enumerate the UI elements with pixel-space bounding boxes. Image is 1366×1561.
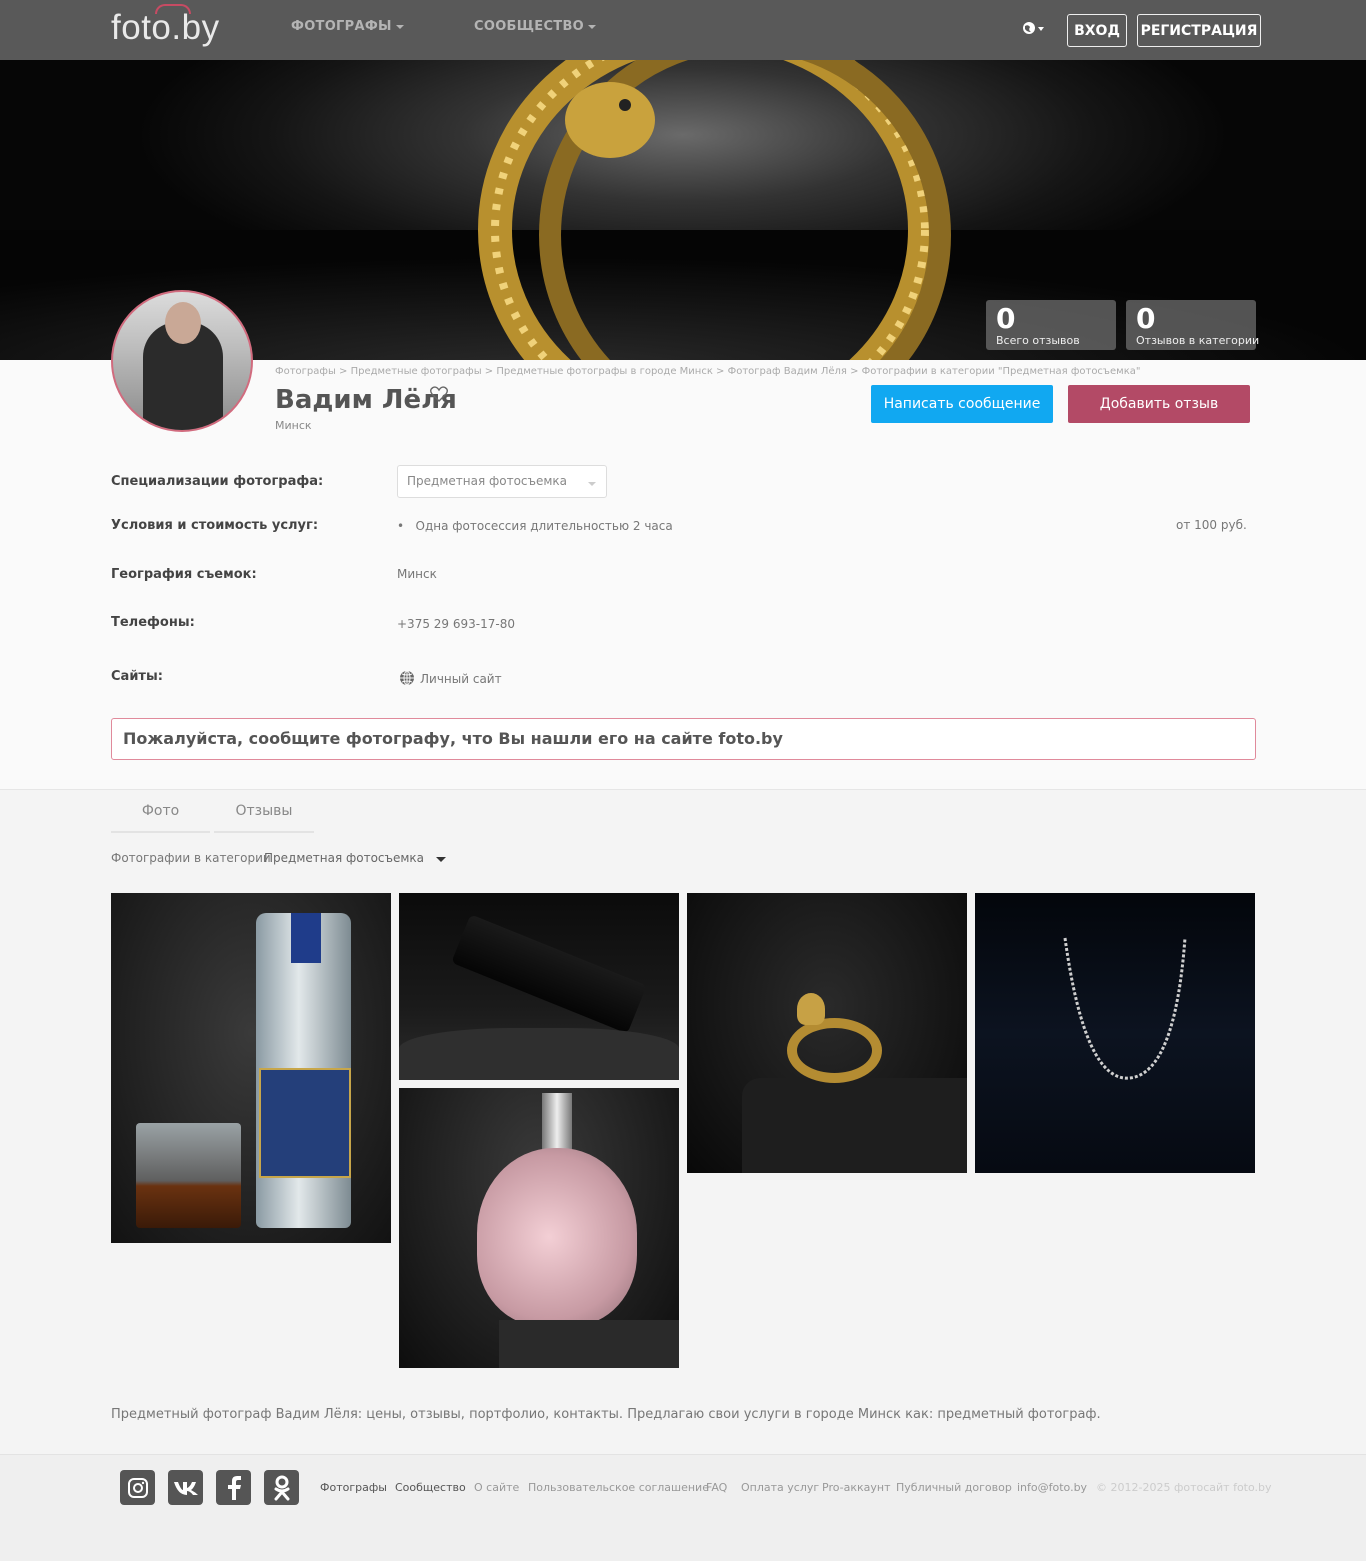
footer-link-user-agreement[interactable]: Пользовательское соглашение <box>528 1481 709 1494</box>
tube-shape <box>451 914 647 1034</box>
heart-icon[interactable] <box>430 386 448 402</box>
footer-link-faq[interactable]: FAQ <box>706 1481 727 1494</box>
phone-value[interactable]: +375 29 693-17-80 <box>397 617 515 631</box>
specializations-label: Специализации фотографа: <box>111 474 324 489</box>
notice-banner: Пожалуйста, сообщите фотографу, что Вы н… <box>111 718 1256 760</box>
gallery-photo-perfume[interactable] <box>399 1088 679 1368</box>
footer-link-public-contract[interactable]: Публичный договор <box>896 1481 1012 1494</box>
vk-glyph <box>173 1481 198 1495</box>
footer <box>0 1454 1366 1561</box>
gallery-photo-chain[interactable] <box>975 893 1255 1173</box>
write-message-button[interactable]: Написать сообщение <box>871 385 1053 423</box>
instagram-icon[interactable] <box>120 1470 155 1505</box>
service-item-text: Одна фотосессия длительностью 2 часа <box>415 519 673 533</box>
stat-category-reviews-value: 0 <box>1136 302 1156 335</box>
category-filter-label: Фотографии в категории <box>111 851 271 865</box>
ring-shape <box>787 1018 882 1083</box>
stat-total-reviews-label: Всего отзывов <box>996 334 1080 347</box>
nav-photographers[interactable]: ФОТОГРАФЫ <box>291 19 404 34</box>
stat-total-reviews: 0 Всего отзывов <box>986 300 1116 350</box>
geography-label: География съемок: <box>111 567 257 582</box>
footer-link-community[interactable]: Сообщество <box>395 1481 466 1494</box>
register-button[interactable]: РЕГИСТРАЦИЯ <box>1137 14 1261 47</box>
tab-photos[interactable]: Фото <box>111 800 210 833</box>
chain-illustration <box>1063 937 1187 1080</box>
nav-community[interactable]: СООБЩЕСТВО <box>474 19 597 34</box>
service-price: от 100 руб. <box>1176 518 1247 532</box>
tab-reviews[interactable]: Отзывы <box>214 800 314 833</box>
instagram-glyph <box>127 1477 148 1498</box>
login-button[interactable]: ВХОД <box>1067 14 1127 47</box>
top-navbar: foto.by ФОТОГРАФЫ СООБЩЕСТВО ВХОД РЕГИСТ… <box>0 0 1366 60</box>
stat-total-reviews-value: 0 <box>996 302 1016 335</box>
bottle-cap <box>291 913 321 963</box>
stand-shape <box>742 1078 967 1173</box>
seo-description: Предметный фотограф Вадим Лёля: цены, от… <box>111 1407 1101 1422</box>
avatar[interactable] <box>111 290 253 432</box>
service-item: • Одна фотосессия длительностью 2 часа <box>397 519 673 533</box>
category-filter-select[interactable]: Предметная фотосъемка <box>264 851 424 865</box>
odnoklassniki-glyph <box>274 1475 289 1500</box>
facebook-icon[interactable] <box>216 1470 251 1505</box>
specialization-select-value: Предметная фотосъемка <box>407 474 568 488</box>
sites-label: Сайты: <box>111 669 163 684</box>
stat-category-reviews-label: Отзывов в категории <box>1136 334 1260 347</box>
site-logo[interactable]: foto.by <box>111 4 220 48</box>
footer-link-payment[interactable]: Оплата услуг <box>741 1481 819 1494</box>
language-selector[interactable] <box>1022 21 1044 37</box>
perfume-cap <box>542 1093 572 1153</box>
stat-category-reviews: 0 Отзывов в категории <box>1126 300 1260 350</box>
services-label: Условия и стоимость услуг: <box>111 518 319 533</box>
add-review-button[interactable]: Добавить отзыв <box>1068 385 1250 423</box>
globe-icon <box>400 670 414 686</box>
vk-icon[interactable] <box>168 1470 203 1505</box>
gallery-photo-ring[interactable] <box>687 893 967 1173</box>
chevron-down-icon[interactable] <box>436 857 446 862</box>
gallery-photo-tube[interactable] <box>399 893 679 1080</box>
phones-label: Телефоны: <box>111 615 195 630</box>
footer-link-photographers[interactable]: Фотографы <box>320 1481 387 1494</box>
facebook-glyph <box>227 1475 241 1500</box>
stand-shape <box>499 1320 679 1368</box>
nav-community-label: СООБЩЕСТВО <box>474 19 585 34</box>
geography-value: Минск <box>397 567 437 581</box>
gallery-photo-whiskey[interactable] <box>111 893 391 1243</box>
footer-link-about[interactable]: О сайте <box>474 1481 519 1494</box>
perfume-bottle <box>477 1148 637 1326</box>
photographer-city: Минск <box>275 419 312 432</box>
specialization-select[interactable]: Предметная фотосъемка <box>397 465 607 498</box>
bottle-label <box>259 1068 351 1178</box>
copyright: © 2012-2025 фотосайт foto.by <box>1096 1481 1272 1494</box>
personal-site-link[interactable]: Личный сайт <box>420 672 502 686</box>
odnoklassniki-icon[interactable] <box>264 1470 299 1505</box>
footer-link-email[interactable]: info@foto.by <box>1017 1481 1087 1494</box>
avatar-head <box>165 302 201 344</box>
logo-roof-icon <box>155 4 191 14</box>
chevron-down-icon <box>588 24 597 29</box>
breadcrumb[interactable]: Фотографы > Предметные фотографы > Предм… <box>275 366 1140 377</box>
cloth-shape <box>399 1028 679 1080</box>
ring-head <box>797 993 825 1025</box>
chevron-down-icon <box>395 24 404 29</box>
chevron-down-icon <box>588 482 596 486</box>
footer-link-pro[interactable]: Pro-аккаунт <box>822 1481 891 1494</box>
globe-icon <box>1023 22 1044 34</box>
glass-shape <box>136 1123 241 1228</box>
nav-photographers-label: ФОТОГРАФЫ <box>291 19 392 34</box>
